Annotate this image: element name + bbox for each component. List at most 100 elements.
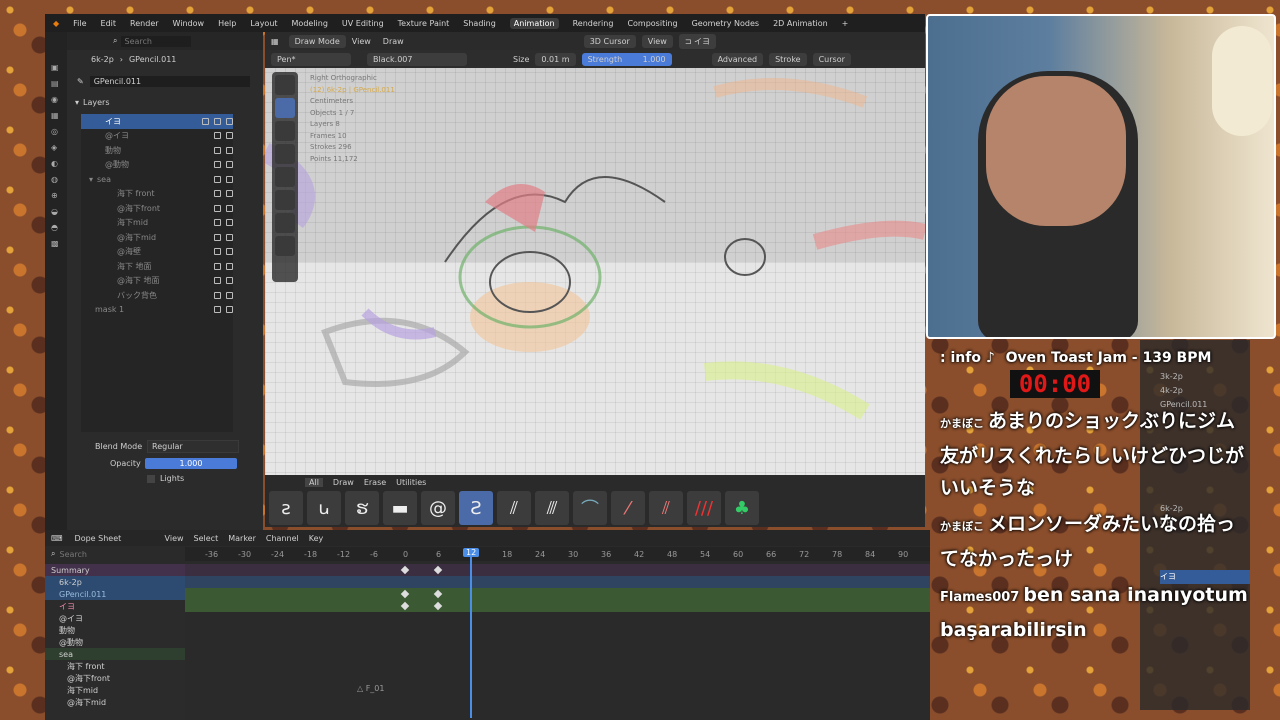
lock-icon[interactable] xyxy=(226,190,233,198)
layer-row[interactable]: 動物 xyxy=(81,143,233,158)
layer-row[interactable]: 海下 front xyxy=(81,187,233,202)
brush-thumbnail[interactable]: ꙅ xyxy=(269,491,303,525)
brush-thumbnail[interactable]: ♣ xyxy=(725,491,759,525)
brush-thumbnail[interactable]: ⫽ xyxy=(649,491,683,525)
curve-tool-icon[interactable] xyxy=(275,236,295,256)
tint-tool-icon[interactable] xyxy=(275,190,295,210)
gp-name-field[interactable]: GPencil.011 xyxy=(89,75,250,87)
stroke-placement-select[interactable]: ⊐ イヨ xyxy=(678,33,717,49)
eyedropper-tool-icon[interactable] xyxy=(275,213,295,233)
brush-tab-all[interactable]: All xyxy=(305,477,323,487)
brush-tab-draw[interactable]: Draw xyxy=(333,478,354,487)
fill-tool-icon[interactable] xyxy=(275,144,295,164)
menu-channel[interactable]: Channel xyxy=(266,534,299,543)
dope-mode-select[interactable]: Dope Sheet xyxy=(75,534,155,543)
properties-search-input[interactable]: Search xyxy=(121,35,192,47)
blend-mode-select[interactable]: Regular xyxy=(147,440,239,453)
mask-icon[interactable] xyxy=(202,117,209,125)
lock-icon[interactable] xyxy=(226,175,233,183)
brush-thumbnail[interactable]: @ xyxy=(421,491,455,525)
draw-tool-icon[interactable] xyxy=(275,98,295,118)
tab-texture-paint[interactable]: Texture Paint xyxy=(398,19,450,28)
tab-uv-editing[interactable]: UV Editing xyxy=(342,19,384,28)
frame-ruler[interactable]: -36 -30 -24 -18 -12 -6 0 6 12 18 24 30 36 42 48 54 60 66 7… xyxy=(185,547,930,561)
channel-summary[interactable]: Summary xyxy=(45,564,185,576)
brush-thumbnail[interactable]: ຮ xyxy=(345,491,379,525)
menu-file[interactable]: File xyxy=(73,19,86,28)
editor-type-icon[interactable]: ▦ xyxy=(271,37,279,46)
eye-icon[interactable] xyxy=(214,233,221,241)
blender-logo-icon[interactable]: ◆ xyxy=(53,19,59,28)
menu-marker[interactable]: Marker xyxy=(228,534,256,543)
lock-icon[interactable] xyxy=(226,233,233,241)
layer-row[interactable]: 海下mid xyxy=(81,216,233,231)
menu-select[interactable]: Select xyxy=(194,534,219,543)
mode-select[interactable]: Draw Mode xyxy=(288,34,346,48)
cursor-dropdown[interactable]: Cursor xyxy=(812,52,851,66)
brush-thumbnail[interactable]: ꭎ xyxy=(307,491,341,525)
channel-layer[interactable]: イヨ xyxy=(45,600,185,612)
advanced-dropdown[interactable]: Advanced xyxy=(711,52,764,66)
lock-icon[interactable] xyxy=(226,277,233,285)
channel-group[interactable]: sea xyxy=(45,648,185,660)
playhead[interactable] xyxy=(470,548,472,718)
menu-window[interactable]: Window xyxy=(173,19,205,28)
brush-thumbnail[interactable]: ⫻ xyxy=(535,491,569,525)
menu-render[interactable]: Render xyxy=(130,19,158,28)
channel-layer[interactable]: @海下front xyxy=(45,672,185,684)
keyframe-tracks[interactable]: △ F_01 xyxy=(185,564,930,720)
eye-icon[interactable] xyxy=(214,219,221,227)
brush-tab-erase[interactable]: Erase xyxy=(364,478,386,487)
channel-gpencil[interactable]: GPencil.011 xyxy=(45,588,185,600)
channel-layer[interactable]: 海下 front xyxy=(45,660,185,672)
eye-icon[interactable] xyxy=(214,248,221,256)
layer-row[interactable]: 海下 地面 xyxy=(81,259,233,274)
stroke-dropdown[interactable]: Stroke xyxy=(769,52,807,66)
brush-tab-utilities[interactable]: Utilities xyxy=(396,478,426,487)
box-tool-icon[interactable] xyxy=(275,167,295,187)
brush-thumbnail[interactable]: ⌒ xyxy=(573,491,607,525)
lock-icon[interactable] xyxy=(226,161,233,169)
eye-icon[interactable] xyxy=(214,117,221,125)
channel-object[interactable]: 6k-2p xyxy=(45,576,185,588)
channel-layer[interactable]: 海下mid xyxy=(45,684,185,696)
lights-checkbox[interactable] xyxy=(147,474,155,483)
channel-layer[interactable]: @海下mid xyxy=(45,696,185,708)
layer-row[interactable]: @海下 地面 xyxy=(81,274,233,289)
eye-icon[interactable] xyxy=(214,132,221,140)
properties-tab-icons[interactable]: ▣ ▤ ◉ ▦ ◎ ◈ ◐ ◍ ⊕ ◒ ◓ ▩ xyxy=(51,60,67,252)
cursor-tool-icon[interactable] xyxy=(275,75,295,95)
menu-help[interactable]: Help xyxy=(218,19,236,28)
lock-icon[interactable] xyxy=(226,117,233,125)
tab-geometry-nodes[interactable]: Geometry Nodes xyxy=(692,19,759,28)
eye-icon[interactable] xyxy=(214,306,221,314)
strength-field[interactable]: Strength 1.000 xyxy=(581,52,672,66)
eye-icon[interactable] xyxy=(214,190,221,198)
layer-group-row[interactable]: ▾ sea xyxy=(81,172,233,187)
menu-draw[interactable]: Draw xyxy=(383,37,404,46)
lock-icon[interactable] xyxy=(226,132,233,140)
timeline-marker[interactable]: △ F_01 xyxy=(357,684,384,693)
brush-thumbnail[interactable]: ▬ xyxy=(383,491,417,525)
layers-panel-header[interactable]: ▾ Layers xyxy=(67,94,263,110)
channel-layer[interactable]: @動物 xyxy=(45,636,185,648)
layer-row[interactable]: @イヨ xyxy=(81,129,233,144)
erase-tool-icon[interactable] xyxy=(275,121,295,141)
eye-icon[interactable] xyxy=(214,161,221,169)
material-select[interactable]: Black.007 xyxy=(367,52,467,66)
opacity-slider[interactable]: 1.000 xyxy=(145,458,237,469)
layer-row[interactable]: イヨ xyxy=(81,114,233,129)
eye-icon[interactable] xyxy=(214,146,221,154)
cursor-select[interactable]: 3D Cursor xyxy=(583,34,636,48)
brush-thumbnail[interactable]: ⁄ xyxy=(611,491,645,525)
layer-row[interactable]: @海壁 xyxy=(81,245,233,260)
current-frame-indicator[interactable]: 12 xyxy=(463,548,480,557)
tab-2d-animation[interactable]: 2D Animation xyxy=(773,19,828,28)
brush-thumbnail[interactable]: Ƨ xyxy=(459,491,493,525)
channel-layer[interactable]: @イヨ xyxy=(45,612,185,624)
size-field[interactable]: 0.01 m xyxy=(535,52,576,66)
lock-icon[interactable] xyxy=(226,306,233,314)
lock-icon[interactable] xyxy=(226,146,233,154)
layer-row[interactable]: @動物 xyxy=(81,158,233,173)
layer-row[interactable]: @海下front xyxy=(81,201,233,216)
